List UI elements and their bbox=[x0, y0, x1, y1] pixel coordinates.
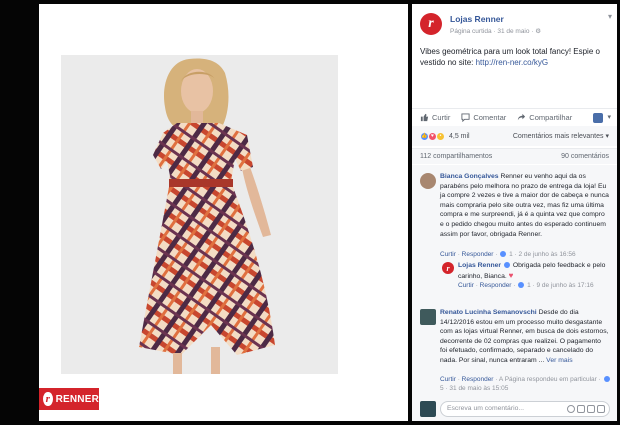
comment-button[interactable]: Comentar bbox=[461, 113, 506, 122]
reactions-bar[interactable]: 👍 ♥ • 4,5 mil Comentários mais relevante… bbox=[412, 126, 617, 146]
comment-text: Desde do dia 14/12/2016 estou em um proc… bbox=[440, 309, 609, 364]
commenter-avatar[interactable] bbox=[420, 173, 436, 189]
like-count-icon bbox=[603, 376, 610, 383]
reply-body: Lojas Renner Obrigada pelo feedback e pe… bbox=[458, 261, 610, 281]
like-button[interactable]: Curtir bbox=[420, 113, 450, 122]
comment-item: Renato Lucinha Semanovschi Desde do dia … bbox=[420, 308, 612, 396]
post-text: Vibes geométrica para um look total fanc… bbox=[420, 46, 612, 68]
comment-like-link[interactable]: Curtir bbox=[440, 251, 456, 258]
reply-like-link[interactable]: Curtir bbox=[458, 282, 474, 289]
post-meta-text: Página curtida · 31 de maio · bbox=[450, 28, 536, 35]
camera-icon[interactable] bbox=[577, 405, 585, 413]
like-count-icon bbox=[518, 282, 525, 289]
globe-icon: ⚙ bbox=[535, 28, 542, 35]
comment-meta: Curtir · Responder · A Página respondeu … bbox=[440, 375, 612, 393]
like-count-icon bbox=[500, 251, 507, 258]
comment-time[interactable]: 31 de maio às 15:05 bbox=[449, 385, 508, 392]
brand-tag-text: RENNER bbox=[55, 393, 99, 405]
heart-icon: ♥ bbox=[508, 270, 514, 280]
chevron-down-icon[interactable]: ▾ bbox=[608, 12, 612, 21]
reply-item: r Lojas Renner Obrigada pelo feedback e … bbox=[442, 261, 612, 301]
comment-filter-label: Comentários mais relevantes bbox=[512, 133, 604, 140]
comment-reply-link[interactable]: Responder bbox=[462, 251, 494, 258]
comment-time[interactable]: 2 de junho às 16:56 bbox=[518, 251, 575, 258]
wow-reaction-icon: • bbox=[436, 131, 445, 141]
reply-time[interactable]: 9 de junho às 17:16 bbox=[536, 282, 593, 289]
comments-list: Bianca Gonçalves Renner eu venho aqui da… bbox=[412, 165, 617, 396]
comment-placeholder: Escreva um comentário... bbox=[447, 405, 525, 412]
comment-composer: Escreva um comentário... bbox=[412, 396, 617, 421]
share-icon bbox=[518, 113, 526, 121]
comment-like-count: 5 bbox=[440, 385, 444, 392]
model-dress-photo bbox=[61, 55, 338, 374]
reaction-count[interactable]: 4,5 mil bbox=[449, 133, 470, 140]
comment-item: Bianca Gonçalves Renner eu venho aqui da… bbox=[420, 172, 612, 262]
comment-reply-link[interactable]: Responder bbox=[462, 376, 494, 383]
comment-body: Bianca Gonçalves Renner eu venho aqui da… bbox=[440, 172, 610, 239]
share-button[interactable]: Compartilhar bbox=[517, 113, 572, 122]
comment-filter-dropdown[interactable]: Comentários mais relevantes ▾ bbox=[513, 132, 609, 140]
comment-meta: Curtir · Responder · 1 · 2 de junho às 1… bbox=[440, 251, 576, 258]
page-name-link[interactable]: Lojas Renner bbox=[450, 14, 504, 24]
reply-reply-link[interactable]: Responder bbox=[480, 282, 512, 289]
composer-icons bbox=[567, 405, 605, 413]
my-avatar bbox=[420, 401, 436, 417]
renner-brand-tag: r RENNER bbox=[39, 388, 99, 410]
commenter-name[interactable]: Bianca Gonçalves bbox=[440, 173, 499, 180]
page-reply-avatar[interactable]: r bbox=[442, 262, 454, 274]
comment-like-count: 1 bbox=[509, 251, 513, 258]
post-actions: Curtir Comentar Compartilhar ▾ bbox=[412, 108, 617, 126]
commenter-name[interactable]: Renato Lucinha Semanovschi bbox=[440, 309, 537, 316]
reply-like-count: 1 bbox=[527, 282, 531, 289]
photo-panel: r RENNER bbox=[39, 4, 408, 421]
comment-text: Renner eu venho aqui da os parabéns pelo… bbox=[440, 173, 609, 238]
post-stats: 112 compartilhamentos 90 comentários bbox=[412, 148, 617, 164]
comment-like-link[interactable]: Curtir bbox=[440, 376, 456, 383]
comments-count[interactable]: 90 comentários bbox=[561, 153, 609, 160]
comment-input[interactable]: Escreva um comentário... bbox=[440, 401, 610, 417]
sticker-icon[interactable] bbox=[597, 405, 605, 413]
like-label: Curtir bbox=[432, 113, 451, 122]
post-header: r Lojas Renner Página curtida · 31 de ma… bbox=[420, 10, 612, 40]
thumbs-up-icon bbox=[420, 113, 429, 122]
verified-badge-icon bbox=[503, 262, 510, 269]
shares-count[interactable]: 112 compartilhamentos bbox=[420, 153, 492, 160]
share-as-avatar[interactable] bbox=[593, 113, 603, 123]
see-more-link[interactable]: Ver mais bbox=[546, 357, 572, 364]
reply-meta: Curtir · Responder · 1 · 9 de junho às 1… bbox=[458, 282, 594, 289]
commenter-avatar[interactable] bbox=[420, 309, 436, 325]
comment-label: Comentar bbox=[473, 113, 507, 122]
post-photo[interactable] bbox=[61, 55, 338, 374]
comment-body: Renato Lucinha Semanovschi Desde do dia … bbox=[440, 308, 610, 366]
share-label: Compartilhar bbox=[529, 113, 573, 122]
emoji-icon[interactable] bbox=[567, 405, 575, 413]
reply-author-name[interactable]: Lojas Renner bbox=[458, 262, 501, 269]
post-meta: Página curtida · 31 de maio · ⚙ bbox=[450, 27, 541, 35]
comment-icon bbox=[461, 113, 470, 122]
page-replied-note: A Página respondeu em particular bbox=[498, 376, 597, 383]
gif-icon[interactable] bbox=[587, 405, 595, 413]
post-link[interactable]: http://ren-ner.co/kyG bbox=[476, 58, 548, 67]
renner-logo-icon: r bbox=[43, 392, 53, 406]
page-avatar[interactable]: r bbox=[420, 13, 442, 35]
caret-down-icon[interactable]: ▾ bbox=[607, 113, 611, 121]
post-sidebar: r Lojas Renner Página curtida · 31 de ma… bbox=[412, 4, 617, 421]
